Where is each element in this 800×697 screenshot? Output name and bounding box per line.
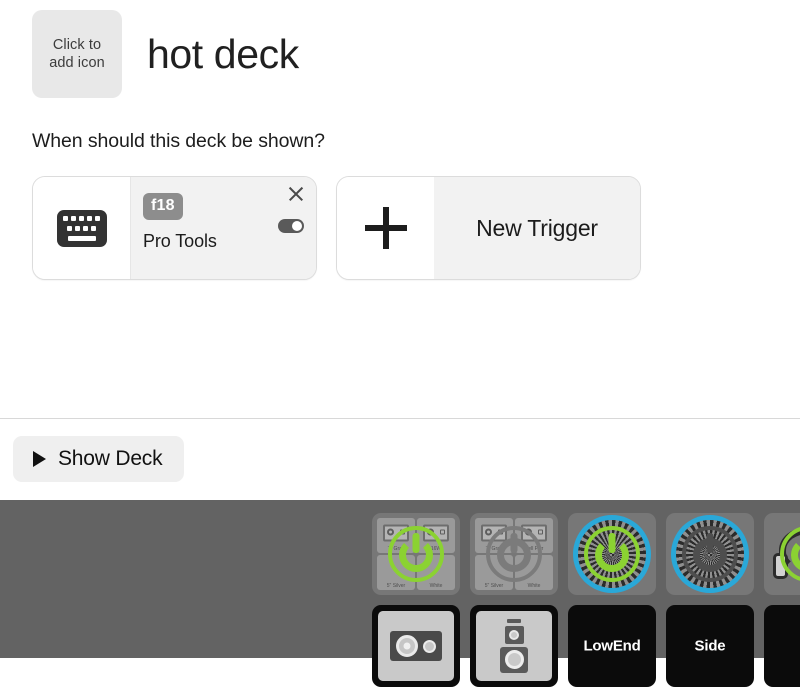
deck-tile-empty[interactable] bbox=[764, 605, 800, 687]
play-triangle-icon bbox=[33, 451, 46, 467]
trigger-card-pro-tools[interactable]: f18 Pro Tools bbox=[32, 176, 317, 280]
deck-tile-speaker-tall[interactable] bbox=[470, 605, 558, 687]
quad-cell-label: 5" Silver bbox=[484, 583, 504, 589]
deck-tile-ring-power-dark[interactable] bbox=[666, 513, 754, 595]
toggle-knob bbox=[292, 221, 302, 231]
close-icon[interactable] bbox=[287, 185, 305, 203]
deck-icon-placeholder[interactable]: Click to add icon bbox=[32, 10, 122, 98]
keyboard-icon bbox=[56, 209, 107, 247]
trigger-icon-pane bbox=[33, 177, 131, 279]
show-deck-button[interactable]: Show Deck bbox=[13, 436, 185, 482]
deck-tile-lowend[interactable]: LowEnd bbox=[568, 605, 656, 687]
deck-row: LowEnd Side bbox=[372, 605, 800, 687]
quad-cell-label: White bbox=[429, 583, 443, 589]
trigger-body: f18 Pro Tools bbox=[131, 177, 316, 279]
deck-header: Click to add icon hot deck bbox=[32, 10, 299, 98]
new-trigger-icon-pane bbox=[337, 177, 434, 279]
power-icon bbox=[780, 526, 800, 582]
trigger-app-name: Pro Tools bbox=[143, 231, 217, 251]
plus-icon bbox=[364, 207, 407, 249]
power-icon bbox=[486, 526, 542, 582]
deck-preview-panel: 7" Gray 16W 5" Silver White 7" Gray Dell… bbox=[0, 500, 800, 687]
deck-tile-quad-power-green[interactable]: 7" Gray 16W 5" Silver White bbox=[372, 513, 460, 595]
trigger-enable-toggle[interactable] bbox=[278, 219, 304, 233]
deck-button-grid: 7" Gray 16W 5" Silver White 7" Gray Dell… bbox=[372, 513, 800, 697]
power-icon bbox=[682, 526, 738, 582]
deck-tile-label: Side bbox=[694, 637, 726, 655]
new-trigger-label: New Trigger bbox=[434, 177, 640, 279]
speaker-wide-icon bbox=[390, 631, 442, 661]
new-trigger-button[interactable]: New Trigger bbox=[336, 176, 641, 280]
icon-placeholder-line2: add icon bbox=[49, 55, 105, 71]
power-icon bbox=[584, 526, 640, 582]
show-deck-label: Show Deck bbox=[58, 447, 163, 470]
trigger-prompt-label: When should this deck be shown? bbox=[32, 130, 325, 152]
power-icon bbox=[388, 526, 444, 582]
deck-row: 7" Gray 16W 5" Silver White 7" Gray Dell… bbox=[372, 513, 800, 595]
quad-cell-label: 5" Silver bbox=[386, 583, 406, 589]
speaker-tall-icon bbox=[499, 619, 529, 673]
deck-tile-label: LowEnd bbox=[583, 637, 641, 655]
deck-tile-side[interactable]: Side bbox=[666, 605, 754, 687]
deck-tile-headphones-power-green[interactable] bbox=[764, 513, 800, 595]
deck-tile-ring-power-green[interactable] bbox=[568, 513, 656, 595]
deck-tile-quad-power-gray[interactable]: 7" Gray Dell Pwr 5" Silver White bbox=[470, 513, 558, 595]
trigger-list: f18 Pro Tools New Trigger bbox=[32, 176, 641, 280]
deck-tile-speaker-wide[interactable] bbox=[372, 605, 460, 687]
page-title[interactable]: hot deck bbox=[147, 32, 299, 76]
trigger-key-badge: f18 bbox=[143, 193, 183, 220]
icon-placeholder-line1: Click to bbox=[52, 37, 102, 53]
quad-cell-label: White bbox=[527, 583, 541, 589]
section-divider bbox=[0, 418, 800, 419]
